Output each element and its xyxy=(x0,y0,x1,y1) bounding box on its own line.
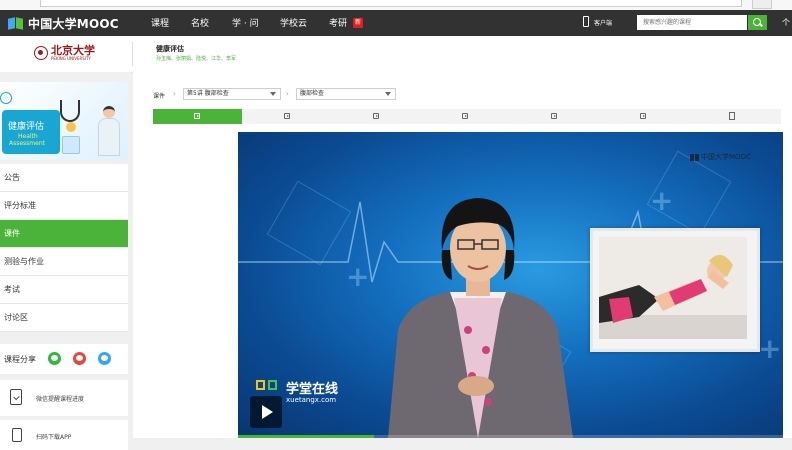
lesson-select-value: 腹部检查 xyxy=(300,90,325,97)
course-share-row: 课程分享 xyxy=(0,344,128,374)
share-label: 课程分享 xyxy=(4,355,36,364)
unit-tab-video-1[interactable] xyxy=(153,109,242,124)
course-banner: 健康评估 Health Assessment xyxy=(0,82,128,160)
wechat-share-icon[interactable] xyxy=(48,352,61,365)
nav-item-courses[interactable]: 课程 xyxy=(151,16,169,29)
unit-tab-video-2[interactable] xyxy=(243,109,332,124)
pku-seal-icon xyxy=(34,46,48,60)
weibo-share-icon[interactable] xyxy=(73,352,86,365)
course-menu: 公告 评分标准 课件 测验与作业 考试 讨论区 xyxy=(0,164,128,332)
user-menu[interactable]: 个 xyxy=(782,17,790,28)
wechat-reminder-label: 微信提醒课程进度 xyxy=(36,396,85,403)
stethoscope-icon xyxy=(60,100,80,122)
situp-woman-photo xyxy=(599,237,747,339)
banner-title-cn: 健康评估 xyxy=(8,122,45,132)
course-title: 健康评估 xyxy=(156,45,184,53)
xuetang-brand-en: xuetangx.com xyxy=(286,396,337,404)
course-header: 北京大学 PEKING UNIVERSITY 健康评估 孙玉梅、张丽娟、陆悦、江… xyxy=(0,36,792,73)
unit-tab-video-3[interactable] xyxy=(332,109,421,124)
unit-tab-video-4[interactable] xyxy=(421,109,510,124)
video-icon xyxy=(284,113,290,119)
apple-icon xyxy=(66,122,76,132)
nav-item-learn-ask[interactable]: 学 · 问 xyxy=(232,16,259,29)
phone-icon[interactable] xyxy=(583,16,589,27)
document-icon xyxy=(729,112,735,120)
medical-cross-icon: + xyxy=(758,332,782,365)
course-teachers[interactable]: 孙玉梅、张丽娟、陆悦、江华、李军 xyxy=(156,55,236,62)
site-logo[interactable]: 中国大学MOOC xyxy=(8,14,119,32)
app-download-row[interactable]: 扫码下载APP xyxy=(0,420,128,450)
nav-item-schools[interactable]: 名校 xyxy=(191,16,209,29)
banner-title-en-2: Assessment xyxy=(9,140,45,147)
xuetang-brand-cn: 学堂在线 xyxy=(286,382,339,397)
chevron-down-icon xyxy=(385,92,391,96)
exercise-photo-frame xyxy=(590,228,760,352)
mooc-logo-icon xyxy=(8,16,24,30)
chevron-down-icon xyxy=(270,92,276,96)
courseware-main: 课件 › 第5讲 腹部检查 › 腹部检查 + + + 中国大学MOOC 学堂在线… xyxy=(133,72,792,438)
checklist-icon xyxy=(10,389,22,405)
clipboard-icon xyxy=(62,136,80,154)
presenter-figure xyxy=(388,198,573,438)
play-button[interactable] xyxy=(250,396,282,428)
chapter-select-value: 第5讲 腹部检查 xyxy=(187,90,229,97)
menu-item-quiz-homework[interactable]: 测验与作业 xyxy=(0,248,128,276)
header-divider xyxy=(132,42,133,66)
top-navbar: 中国大学MOOC 课程 名校 学 · 问 学校云 考研 新 客户端 个 xyxy=(0,10,792,36)
unit-tabs xyxy=(153,109,781,124)
xuetang-logo-icon xyxy=(256,380,278,392)
banner-title-card xyxy=(2,110,60,154)
wechat-reminder-row[interactable]: 微信提醒课程进度 xyxy=(0,380,128,416)
browser-close-button[interactable] xyxy=(752,0,772,9)
breadcrumb-root[interactable]: 课件 xyxy=(153,91,165,100)
nav-item-kaoyan[interactable]: 考研 xyxy=(329,16,347,29)
client-download-link[interactable]: 客户端 xyxy=(594,18,612,27)
course-sidebar: 健康评估 Health Assessment 公告 评分标准 课件 测验与作业 … xyxy=(0,72,131,450)
site-logo-text: 中国大学MOOC xyxy=(28,16,119,31)
breadcrumb-separator-icon: › xyxy=(173,90,176,98)
university-name-en: PEKING UNIVERSITY xyxy=(51,56,91,61)
browser-address-bar[interactable] xyxy=(40,0,742,7)
video-icon xyxy=(640,113,646,119)
video-watermark: 中国大学MOOC xyxy=(690,152,751,162)
video-icon xyxy=(373,113,379,119)
video-icon xyxy=(551,113,557,119)
app-download-label: 扫码下载APP xyxy=(36,434,72,441)
decor-ring-icon xyxy=(0,92,12,104)
search-button[interactable] xyxy=(748,15,767,30)
qq-share-icon[interactable] xyxy=(98,352,111,365)
new-badge: 新 xyxy=(353,18,364,28)
breadcrumb-separator-icon: › xyxy=(286,90,289,98)
video-player[interactable]: + + + 中国大学MOOC 学堂在线 xuetangx.com xyxy=(238,132,783,438)
search-input[interactable] xyxy=(637,15,747,30)
nurse-illustration xyxy=(96,106,122,156)
unit-tab-video-5[interactable] xyxy=(510,109,599,124)
menu-item-announcement[interactable]: 公告 xyxy=(0,164,128,192)
chapter-select[interactable]: 第5讲 腹部检查 xyxy=(183,88,281,100)
menu-item-courseware[interactable]: 课件 xyxy=(0,220,128,248)
video-icon xyxy=(194,113,200,119)
menu-item-discussion[interactable]: 讨论区 xyxy=(0,304,128,332)
unit-tab-video-6[interactable] xyxy=(599,109,688,124)
mobile-app-icon xyxy=(12,428,22,442)
university-name: 北京大学 xyxy=(51,44,95,57)
video-icon xyxy=(462,113,468,119)
banner-title-en-1: Health xyxy=(18,133,38,140)
mooc-watermark-icon xyxy=(690,153,699,161)
university-logo[interactable]: 北京大学 PEKING UNIVERSITY xyxy=(34,45,95,61)
lesson-select[interactable]: 腹部检查 xyxy=(296,88,396,100)
unit-tab-document[interactable] xyxy=(688,109,777,124)
nav-item-school-cloud[interactable]: 学校云 xyxy=(280,16,307,29)
menu-item-grading[interactable]: 评分标准 xyxy=(0,192,128,220)
menu-item-exam[interactable]: 考试 xyxy=(0,276,128,304)
